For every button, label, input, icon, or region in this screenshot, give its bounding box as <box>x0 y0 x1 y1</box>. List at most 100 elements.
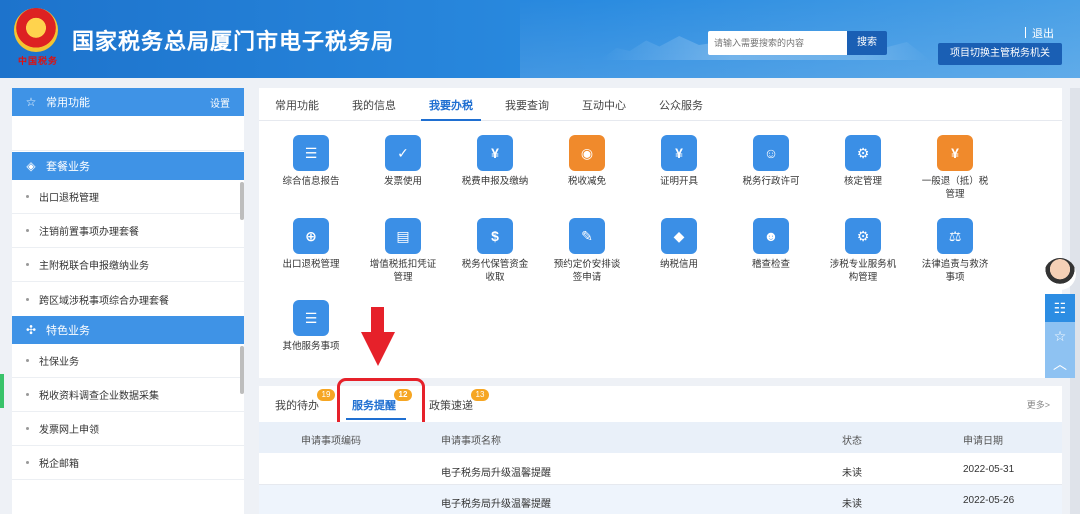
inspector-icon: ☻ <box>753 218 789 254</box>
sidebar-item-data-collection[interactable]: 税收资料调查企业数据采集 <box>12 378 244 412</box>
function-label: 税费申报及缴纳 <box>461 176 529 187</box>
function-certificate[interactable]: ¥ 证明开具 <box>633 135 725 188</box>
grid-icon: ✣ <box>25 323 37 337</box>
count-badge: 19 <box>317 389 335 401</box>
cube-icon: ◈ <box>26 159 36 173</box>
gavel-icon: ⚖ <box>937 218 973 254</box>
sidebar-item-label: 注销前置事项办理套餐 <box>39 227 139 238</box>
table-row[interactable]: 电子税务局升级温馨提醒 未读 2022-05-26 <box>259 485 1062 514</box>
sidebar-featured-header[interactable]: ✣ 特色业务 <box>12 316 244 344</box>
sidebar-item-invoice-apply[interactable]: 发票网上申领 <box>12 412 244 446</box>
function-list[interactable]: ☰ 其他服务事项 <box>265 300 357 353</box>
compass-icon: ✎ <box>569 218 605 254</box>
active-tab-underline <box>421 119 481 121</box>
logout-link[interactable]: 退出 <box>1025 25 1054 41</box>
function-globe[interactable]: ⊕ 出口退税管理 <box>265 218 357 271</box>
function-clipboard[interactable]: ☰ 综合信息报告 <box>265 135 357 188</box>
sidebar-item-social-security[interactable]: 社保业务 <box>12 344 244 378</box>
cell-status: 未读 <box>842 468 862 479</box>
bullet-icon <box>26 393 29 396</box>
column-header: 申请事项名称 <box>441 436 501 447</box>
certificate-icon: ¥ <box>661 135 697 171</box>
user-gear-icon: ⚙ <box>845 135 881 171</box>
bullet-icon <box>26 195 29 198</box>
tab-common[interactable]: 常用功能 <box>275 97 319 113</box>
function-voucher[interactable]: ▤ 增值税抵扣凭证 管理 <box>357 218 449 284</box>
assistant-avatar-icon[interactable] <box>1044 258 1076 290</box>
sidebar-common-header[interactable]: ☆ 常用功能 设置 <box>12 88 244 116</box>
search-button[interactable]: 搜索 <box>847 31 887 55</box>
function-label: 发票使用 <box>383 176 422 187</box>
sidebar-item-label: 跨区域涉税事项综合办理套餐 <box>39 295 169 307</box>
bullet-icon <box>26 359 29 362</box>
red-arrow-head-icon <box>361 332 395 366</box>
tab-my-info[interactable]: 我的信息 <box>352 97 396 113</box>
package-scrollbar[interactable] <box>240 182 244 220</box>
float-toolbar: ☷ ☆ ︿ <box>1045 294 1075 378</box>
function-id-card[interactable]: ☺ 税务行政许可 <box>725 135 817 188</box>
tab-public-service[interactable]: 公众服务 <box>659 97 703 113</box>
function-label: 证明开具 <box>659 176 698 187</box>
sidebar-item-label: 主附税联合申报缴纳业务 <box>39 261 149 272</box>
tab-handle-tax[interactable]: 我要办税 <box>429 97 473 113</box>
function-label: 涉税专业服务机 构管理 <box>829 259 897 283</box>
featured-scrollbar[interactable] <box>240 346 244 394</box>
column-header: 申请日期 <box>963 436 1003 447</box>
chat-icon[interactable]: ☷ <box>1045 294 1075 322</box>
function-label: 预约定价安排谈 签申请 <box>553 259 621 283</box>
notice-tab-todo[interactable]: 我的待办 19 <box>275 389 335 413</box>
cell-date: 2022-05-26 <box>963 495 1015 506</box>
function-label: 稽查检查 <box>751 259 790 270</box>
site-title: 国家税务总局厦门市电子税务局 <box>72 29 395 54</box>
sidebar-package-header[interactable]: ◈ 套餐业务 <box>12 152 244 180</box>
sidebar-item-deregistration[interactable]: 注销前置事项办理套餐 <box>12 214 244 248</box>
function-label: 税务代保管资金 收取 <box>461 259 529 283</box>
bullet-icon <box>26 461 29 464</box>
tab-interaction[interactable]: 互动中心 <box>582 97 626 113</box>
function-label: 法律追责与救济 事项 <box>921 259 989 283</box>
tab-query[interactable]: 我要查询 <box>505 97 549 113</box>
function-ticket[interactable]: ✓ 发票使用 <box>357 135 449 188</box>
function-compass[interactable]: ✎ 预约定价安排谈 签申请 <box>541 218 633 284</box>
function-wallet[interactable]: ¥ 税费申报及缴纳 <box>449 135 541 188</box>
function-label: 出口退税管理 <box>282 259 340 270</box>
ticket-icon: ✓ <box>385 135 421 171</box>
coin-icon: ◉ <box>569 135 605 171</box>
function-agent-gear[interactable]: ⚙ 涉税专业服务机 构管理 <box>817 218 909 284</box>
sidebar-item-joint-filing[interactable]: 主附税联合申报缴纳业务 <box>12 248 244 282</box>
notice-tab-label: 我的待办 <box>275 400 319 412</box>
logout-label: 退出 <box>1032 28 1054 40</box>
table-header: 申请事项编码 申请事项名称 状态 申请日期 <box>259 422 1062 453</box>
sidebar-item-export-refund[interactable]: 出口退税管理 <box>12 180 244 214</box>
sidebar-common-label: 常用功能 <box>46 97 90 109</box>
wallet-icon: ¥ <box>477 135 513 171</box>
up-icon[interactable]: ︿ <box>1045 350 1075 378</box>
switch-tax-authority-button[interactable]: 项目切换主管税务机关 <box>938 43 1062 65</box>
function-money-bag[interactable]: $ 税务代保管资金 收取 <box>449 218 541 284</box>
function-label: 纳税信用 <box>659 259 698 270</box>
sidebar-settings-link[interactable]: 设置 <box>210 95 230 110</box>
function-refund[interactable]: ¥ 一般退（抵）税 管理 <box>909 135 1001 201</box>
more-link[interactable]: 更多> <box>1027 398 1050 411</box>
function-label: 其他服务事项 <box>282 341 340 352</box>
cell-date: 2022-05-31 <box>963 464 1015 475</box>
function-gavel[interactable]: ⚖ 法律追责与救济 事项 <box>909 218 1001 284</box>
sidebar-item-cross-region[interactable]: 跨区域涉税事项综合办理套餐 <box>12 282 244 316</box>
notice-tab-policy[interactable]: 政策速递 13 <box>429 389 489 413</box>
function-coin[interactable]: ◉ 税收减免 <box>541 135 633 188</box>
emblem-text: 中国税务 <box>17 56 58 66</box>
star-icon[interactable]: ☆ <box>1045 322 1075 350</box>
search-input[interactable] <box>708 31 848 55</box>
column-header: 申请事项编码 <box>301 436 361 447</box>
voucher-icon: ▤ <box>385 218 421 254</box>
count-badge: 13 <box>471 389 489 401</box>
main-tabs: 常用功能 我的信息 我要办税 我要查询 互动中心 公众服务 <box>259 88 1062 121</box>
agent-gear-icon: ⚙ <box>845 218 881 254</box>
function-user-gear[interactable]: ⚙ 核定管理 <box>817 135 909 188</box>
table-row[interactable]: 电子税务局升级温馨提醒 未读 2022-05-31 <box>259 454 1062 485</box>
function-diamond[interactable]: ◆ 纳税信用 <box>633 218 725 271</box>
function-inspector[interactable]: ☻ 稽查检查 <box>725 218 817 271</box>
sidebar-item-tax-mailbox[interactable]: 税企邮箱 <box>12 446 244 480</box>
money-bag-icon: $ <box>477 218 513 254</box>
red-arrow-icon <box>371 307 384 334</box>
